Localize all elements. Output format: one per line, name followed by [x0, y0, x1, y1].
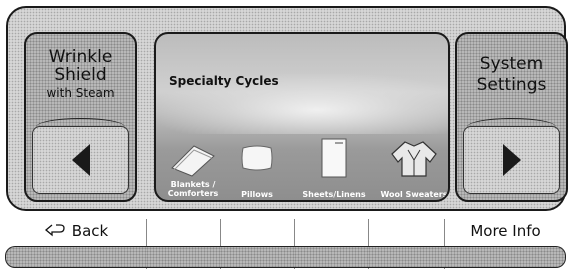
cycle-label: Pillows: [241, 190, 273, 199]
cycle-label: Blankets / Comforters: [167, 180, 219, 198]
cycle-wool-sweaters[interactable]: Wool Sweaters: [376, 134, 448, 200]
system-settings-title: System Settings: [476, 54, 547, 95]
wrinkle-shield-button[interactable]: Wrinkle Shield with Steam: [24, 32, 137, 202]
more-info-label: More Info: [470, 222, 541, 240]
soft-button-bar[interactable]: [294, 246, 368, 268]
soft-button-bar[interactable]: [146, 246, 220, 268]
more-info-button[interactable]: More Info: [444, 219, 566, 269]
soft-button-bar[interactable]: [368, 246, 444, 268]
back-button-bar[interactable]: [5, 246, 146, 268]
left-arrow-button[interactable]: [32, 126, 129, 194]
cycle-pillows[interactable]: Pillows: [230, 134, 284, 200]
blanket-icon: [162, 134, 224, 182]
cycle-sheets-linens[interactable]: Sheets/Linens: [302, 134, 366, 200]
triangle-right-icon: [502, 144, 521, 176]
bottom-button-bar: Back More Info: [5, 219, 566, 269]
soft-button-5[interactable]: [368, 219, 444, 269]
triangle-left-icon: [71, 144, 90, 176]
wrinkle-shield-title: Wrinkle Shield: [48, 47, 113, 85]
system-settings-label-area: System Settings: [457, 34, 566, 114]
control-panel: Wrinkle Shield with Steam Specialty Cycl…: [6, 6, 568, 211]
back-label: Back: [71, 222, 109, 240]
soft-button-2[interactable]: [146, 219, 220, 269]
back-button[interactable]: Back: [5, 219, 146, 269]
wrinkle-shield-label-area: Wrinkle Shield with Steam: [26, 34, 135, 114]
right-arrow-button[interactable]: [463, 126, 560, 194]
sweater-icon: [376, 134, 448, 182]
more-info-button-bar[interactable]: [444, 246, 566, 268]
cycle-label: Sheets/Linens: [302, 190, 366, 199]
soft-button-3[interactable]: [220, 219, 294, 269]
system-settings-button[interactable]: System Settings: [455, 32, 568, 202]
cycle-label: Wool Sweaters: [380, 190, 448, 199]
back-arrow-icon: [44, 224, 65, 237]
wrinkle-shield-subtitle: with Steam: [46, 86, 115, 100]
soft-button-4[interactable]: [294, 219, 368, 269]
display-screen: Specialty Cycles Blankets / Comforters P…: [154, 32, 450, 202]
pillow-icon: [230, 134, 284, 182]
cycle-blankets-comforters[interactable]: Blankets / Comforters: [162, 134, 224, 200]
screen-title: Specialty Cycles: [169, 74, 279, 88]
sheets-icon: [302, 134, 366, 182]
soft-button-bar[interactable]: [220, 246, 294, 268]
